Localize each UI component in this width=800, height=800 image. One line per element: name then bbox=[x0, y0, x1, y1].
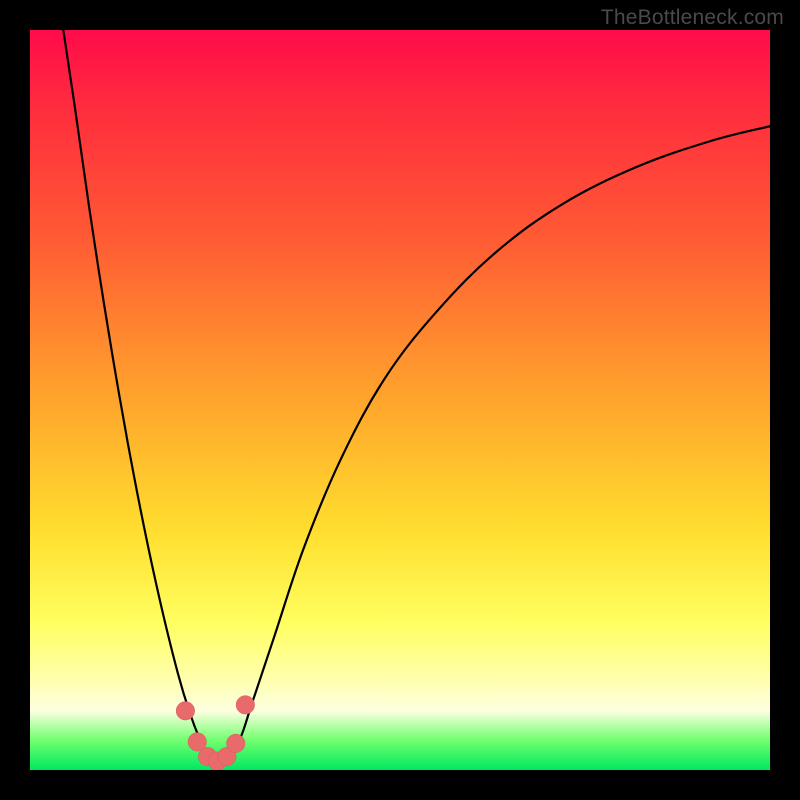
marker-point bbox=[226, 734, 245, 753]
marker-layer bbox=[30, 30, 770, 770]
outer-frame: TheBottleneck.com bbox=[0, 0, 800, 800]
marker-group bbox=[176, 696, 254, 770]
watermark-text: TheBottleneck.com bbox=[601, 6, 784, 30]
marker-point bbox=[176, 702, 195, 721]
plot-area bbox=[30, 30, 770, 770]
marker-point bbox=[236, 696, 255, 715]
